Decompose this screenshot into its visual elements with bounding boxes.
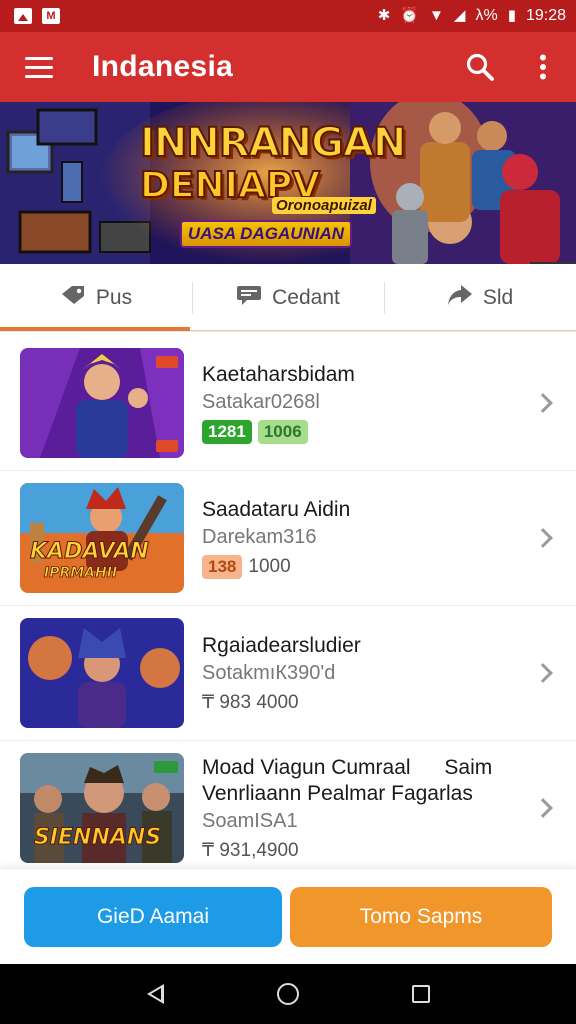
thumbnail-logo: SIENNANS <box>33 825 162 851</box>
list-item[interactable]: Rgaiadearsludier SotakmıК390'd ₸ 983 400… <box>0 606 576 741</box>
item-title-main: Moad Viagun Cumraal <box>202 755 411 779</box>
tag-icon <box>60 284 86 312</box>
score-badge: 1006 <box>257 420 308 444</box>
status-bar: M ✱ ⏰ ▼ ◢ λ% ▮ 19:28 <box>0 0 576 32</box>
list-item[interactable]: SIENNANS Moad Viagun Cumraal Saim Venrli… <box>0 741 576 876</box>
item-meta: 138 1000 <box>202 555 576 579</box>
thumbnail-logo: KADAVAN <box>30 539 150 565</box>
item-meta: ₸ 931,4900 <box>202 839 576 862</box>
game-thumbnail <box>20 618 184 728</box>
item-price: ₸ 931,4900 <box>202 839 299 861</box>
signal-icon: ◢ <box>453 7 466 24</box>
more-options-icon[interactable] <box>510 32 576 102</box>
item-text: Moad Viagun Cumraal Saim Venrliaann Peal… <box>202 755 576 862</box>
item-title: Rgaiadearsludier <box>202 633 361 657</box>
banner-strip: UASA DAGAUNIAN <box>180 220 352 248</box>
recent-apps-icon[interactable] <box>411 985 430 1003</box>
tab-label: Pus <box>95 285 133 309</box>
secondary-action-button[interactable]: Tomo Sapms <box>290 887 552 947</box>
item-title: Kaetaharsbidam <box>202 363 355 386</box>
bluetooth-icon: ✱ <box>377 7 391 24</box>
hamburger-menu-icon[interactable] <box>0 32 78 102</box>
item-subtitle: SotakmıК390'd <box>202 661 336 684</box>
share-icon <box>447 284 473 312</box>
tab-pus[interactable]: Pus <box>0 264 192 331</box>
tab-bar: Pus Cedant Sld <box>0 264 576 332</box>
gmail-notification-icon: M <box>42 8 60 24</box>
game-list: Kaetaharsbidam Satakar0268l 1281 1006 KA… <box>0 336 576 876</box>
tab-divider-line <box>190 330 576 331</box>
item-subtitle: Satakar0268l <box>202 391 320 413</box>
item-text: Rgaiadearsludier SotakmıК390'd ₸ 983 400… <box>202 633 576 714</box>
bottom-action-bar: GieD Aamai Tomo Sapms <box>0 868 576 964</box>
tab-label: Sld <box>482 285 514 309</box>
promo-banner[interactable]: INNRANGAN DENIAPV Oronoapuizal UASA DAGA… <box>0 102 576 264</box>
chat-icon <box>236 284 262 312</box>
game-thumbnail <box>20 348 184 458</box>
primary-action-button[interactable]: GieD Aamai <box>24 887 282 947</box>
item-title: Moad Viagun Cumraal Saim <box>202 755 576 781</box>
item-meta: 1281 1006 <box>202 420 576 444</box>
item-title-right: Saim <box>444 755 493 779</box>
wifi-icon: ▼ <box>429 7 444 24</box>
thumbnail-logo-sub: IPRMAHII <box>44 565 118 582</box>
home-icon[interactable] <box>276 983 299 1005</box>
tab-sld[interactable]: Sld <box>384 264 576 331</box>
search-icon[interactable] <box>450 32 510 102</box>
tab-label: Cedant <box>272 285 340 309</box>
battery-icon: ▮ <box>507 7 516 24</box>
banner-tagline: Oronoapuizal <box>272 197 376 214</box>
alarm-icon: ⏰ <box>400 7 420 24</box>
game-thumbnail: SIENNANS <box>20 753 184 863</box>
image-notification-icon <box>14 8 32 24</box>
active-tab-indicator <box>0 327 190 331</box>
battery-percent: λ% <box>475 7 498 24</box>
item-meta: ₸ 983 4000 <box>202 691 576 714</box>
list-item[interactable]: KADAVAN IPRMAHII Saadataru Aidin Darekam… <box>0 471 576 606</box>
app-bar: Indanesia <box>0 32 576 102</box>
clock: 19:28 <box>525 7 566 24</box>
status-notifications: M <box>14 8 60 24</box>
item-subtitle: SoamISA1 <box>202 809 298 832</box>
tab-cedant[interactable]: Cedant <box>192 264 384 331</box>
app-title: Indanesia <box>92 50 234 83</box>
list-item[interactable]: Kaetaharsbidam Satakar0268l 1281 1006 <box>0 336 576 471</box>
item-subtitle: Darekam316 <box>202 526 317 548</box>
item-title: Saadataru Aidin <box>202 498 351 521</box>
item-text: Saadataru Aidin Darekam316 138 1000 <box>202 497 576 579</box>
item-title-line-2: Venrliaann Pealmar Fagarlas <box>202 781 473 805</box>
item-price: ₸ 983 4000 <box>202 691 299 713</box>
system-navigation-bar <box>0 964 576 1024</box>
item-text: Kaetaharsbidam Satakar0268l 1281 1006 <box>202 362 576 444</box>
back-icon[interactable] <box>146 984 164 1004</box>
banner-headline-1: INNRANGAN <box>139 120 407 166</box>
item-price: 1000 <box>248 556 291 577</box>
status-indicators: ✱ ⏰ ▼ ◢ λ% ▮ 19:28 <box>378 7 566 25</box>
game-thumbnail: KADAVAN IPRMAHII <box>20 483 184 593</box>
score-badge: 138 <box>202 555 243 579</box>
score-badge: 1281 <box>202 420 252 444</box>
